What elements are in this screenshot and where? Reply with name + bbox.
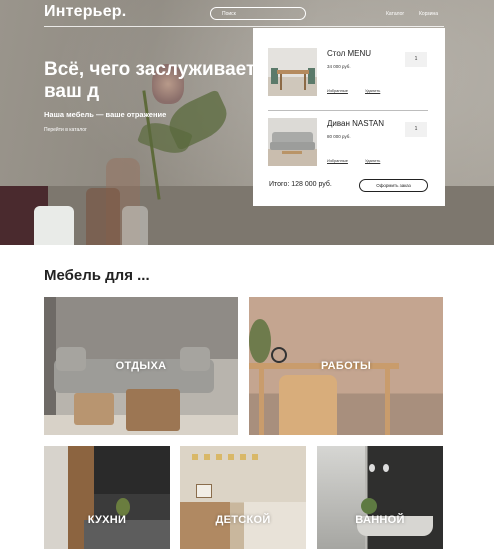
catalog-link[interactable]: Перейти в каталог xyxy=(44,127,87,133)
category-tile-bath[interactable]: ВАННОЙ xyxy=(317,446,443,549)
category-label: ДЕТСКОЙ xyxy=(215,514,271,526)
cart-dropdown: Стол MENU 34 000 руб. Избранные Удалить … xyxy=(253,28,445,206)
add-to-favorites-link[interactable]: Избранные xyxy=(327,88,348,93)
dining-table-photo-icon[interactable] xyxy=(268,48,317,96)
hero-vase xyxy=(34,206,74,245)
category-label: РАБОТЫ xyxy=(320,360,372,372)
sofa-photo-icon[interactable] xyxy=(268,118,317,166)
hero-subtitle: Наша мебель — ваше отражение xyxy=(44,110,167,119)
category-tile-rest[interactable]: ОТДЫХА xyxy=(44,297,238,435)
remove-item-link[interactable]: Удалить xyxy=(365,158,380,163)
cart-item: Диван NASTAN 80 000 руб. Избранные Удали… xyxy=(268,118,436,168)
cart-item-price: 80 000 руб. xyxy=(327,134,351,139)
category-label: ОТДЫХА xyxy=(115,360,167,372)
cart-item-name[interactable]: Диван NASTAN xyxy=(327,119,384,128)
hero-vase xyxy=(122,206,148,245)
nav-cart[interactable]: Корзина xyxy=(419,11,438,17)
logo[interactable]: Интерьер. xyxy=(44,3,126,21)
category-label: ВАННОЙ xyxy=(355,514,405,526)
checkout-button[interactable]: Оформить заказ xyxy=(359,179,428,192)
category-label: КУХНИ xyxy=(87,514,127,526)
category-tile-work[interactable]: РАБОТЫ xyxy=(249,297,443,435)
category-tile-kids[interactable]: ДЕТСКОЙ xyxy=(180,446,306,549)
add-to-favorites-link[interactable]: Избранные xyxy=(327,158,348,163)
cart-item-price: 34 000 руб. xyxy=(327,64,351,69)
hero-vase xyxy=(86,188,120,245)
cart-item-name[interactable]: Стол MENU xyxy=(327,49,371,58)
header-divider xyxy=(44,26,444,27)
quantity-field[interactable]: 1 xyxy=(405,52,427,67)
cart-total: Итого: 128 000 руб. xyxy=(269,181,332,188)
remove-item-link[interactable]: Удалить xyxy=(365,88,380,93)
categories-title: Мебель для ... xyxy=(44,267,150,284)
cart-item: Стол MENU 34 000 руб. Избранные Удалить … xyxy=(268,48,436,98)
category-tile-kitchen[interactable]: КУХНИ xyxy=(44,446,170,549)
cart-divider xyxy=(268,110,428,111)
hero-title: Всё, чего заслуживает ваш д xyxy=(44,59,256,102)
quantity-field[interactable]: 1 xyxy=(405,122,427,137)
nav-catalog[interactable]: Каталог xyxy=(386,11,404,17)
search-input[interactable]: Поиск xyxy=(210,7,306,20)
